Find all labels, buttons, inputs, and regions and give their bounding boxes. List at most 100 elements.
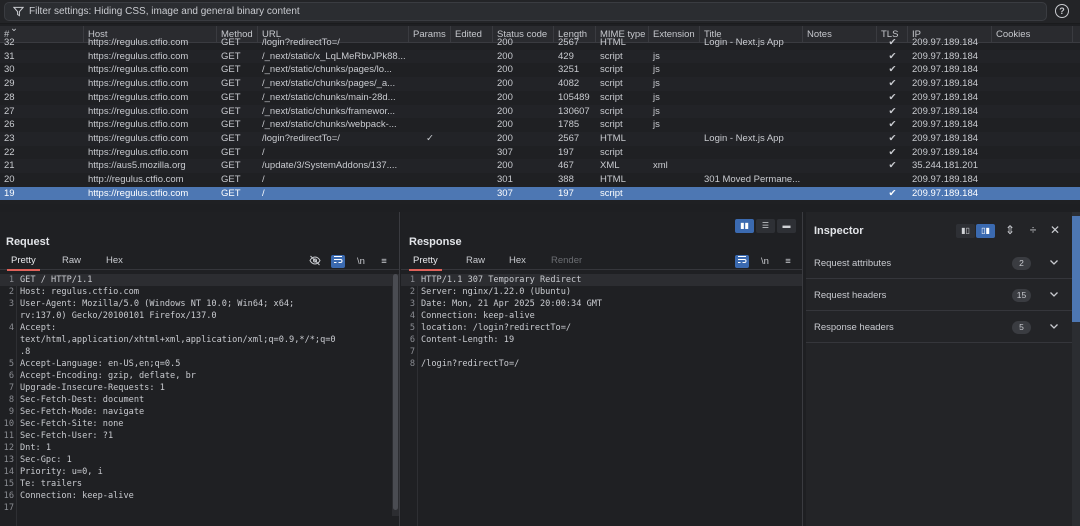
cell-length: 388 bbox=[558, 174, 574, 185]
cell-url: /_next/static/chunks/pages/lo... bbox=[262, 64, 392, 76]
cell-mime: XML bbox=[600, 160, 620, 172]
params-cell bbox=[409, 187, 451, 201]
cell-ip: 209.97.189.184 bbox=[912, 132, 979, 144]
filter-icon bbox=[13, 6, 24, 17]
inspector-layout-right-icon[interactable]: ▯▮ bbox=[976, 224, 995, 238]
line-text: Dnt: 1 bbox=[20, 443, 52, 453]
close-icon[interactable]: ✕ bbox=[1047, 222, 1063, 238]
cell-length: 429 bbox=[558, 50, 574, 62]
cell-title bbox=[700, 118, 803, 132]
help-icon[interactable]: ? bbox=[1055, 4, 1069, 18]
table-row[interactable]: 26 https://regulus.ctfio.com GET /_next/sta… bbox=[0, 118, 1080, 132]
line-number: 14 bbox=[3, 467, 14, 477]
table-row[interactable]: 28 https://regulus.ctfio.com GET /_next/sta… bbox=[0, 91, 1080, 105]
line-number: 5 bbox=[8, 359, 14, 369]
tab-response-hex[interactable]: Hex bbox=[505, 252, 530, 270]
inspector-layout-left-icon[interactable]: ▮▯ bbox=[956, 224, 975, 238]
tab-request-pretty[interactable]: Pretty bbox=[7, 252, 40, 271]
table-row[interactable]: 19 https://regulus.ctfio.com GET / 307 197 scr… bbox=[0, 186, 1080, 201]
expand-all-icon[interactable]: ⇕ bbox=[1002, 222, 1018, 238]
hide-eye-icon[interactable] bbox=[308, 255, 322, 268]
cell-url: / bbox=[262, 187, 265, 199]
menu-icon[interactable]: ≡ bbox=[781, 255, 795, 268]
side-by-side-layout-icon[interactable]: ▮▮ bbox=[735, 219, 754, 233]
table-row[interactable]: 20 http://regulus.ctfio.com GET / 301 388 HTML… bbox=[0, 173, 1080, 187]
cell-mime: script bbox=[600, 187, 623, 199]
tab-response-render[interactable]: Render bbox=[547, 252, 586, 270]
cell-length: 2567 bbox=[558, 37, 580, 48]
word-wrap-icon[interactable] bbox=[331, 255, 345, 268]
inspector-section-response-headers[interactable]: Response headers 5 bbox=[806, 312, 1072, 343]
request-editor[interactable]: 1 GET / HTTP/1.1 2 Host: regulus.ctfio.com 3… bbox=[0, 274, 399, 514]
code-line: rv:137.0) Gecko/20100101 Firefox/137.0 bbox=[0, 310, 399, 322]
table-row[interactable]: 27 https://regulus.ctfio.com GET /_next/sta… bbox=[0, 104, 1080, 119]
filter-settings-field[interactable]: Filter settings: Hiding CSS, image and g… bbox=[4, 2, 1047, 21]
code-line: 12 Dnt: 1 bbox=[0, 442, 399, 454]
word-wrap-icon[interactable] bbox=[735, 255, 749, 268]
line-text: Connection: keep-alive bbox=[421, 311, 535, 321]
cell-method: GET bbox=[221, 91, 241, 103]
inspector-section-request-headers[interactable]: Request headers 15 bbox=[806, 280, 1072, 311]
table-row[interactable]: 31 https://regulus.ctfio.com GET /_next/sta… bbox=[0, 49, 1080, 64]
inspector-side-scrollbar[interactable] bbox=[1072, 212, 1080, 526]
single-pane-layout-icon[interactable]: ▬ bbox=[777, 219, 796, 233]
table-row[interactable]: 22 https://regulus.ctfio.com GET / 307 197 scr… bbox=[0, 146, 1080, 160]
line-text: Connection: keep-alive bbox=[20, 491, 134, 501]
line-text: Host: regulus.ctfio.com bbox=[20, 287, 139, 297]
table-row[interactable]: 21 https://aus5.mozilla.org GET/update/3/S… bbox=[0, 159, 1080, 173]
code-line: 17 bbox=[0, 502, 399, 514]
response-pane: ▮▮ ☰ ▬ Response Pretty Raw Hex Render \n… bbox=[401, 212, 803, 526]
line-text: Upgrade-Insecure-Requests: 1 bbox=[20, 383, 165, 393]
params-cell bbox=[409, 36, 451, 50]
inspector-section-request-attributes[interactable]: Request attributes 2 bbox=[806, 248, 1072, 279]
tab-response-pretty[interactable]: Pretty bbox=[409, 252, 442, 271]
tab-request-hex[interactable]: Hex bbox=[102, 252, 127, 270]
line-number: 15 bbox=[3, 479, 14, 489]
collapse-all-icon[interactable]: ÷ bbox=[1025, 222, 1041, 238]
cell-host: https://regulus.ctfio.com bbox=[88, 146, 189, 158]
cell-ip: 209.97.189.184 bbox=[912, 37, 979, 48]
line-text: Accept: bbox=[20, 323, 57, 333]
response-editor[interactable]: 1 HTTP/1.1 307 Temporary Redirect 2 Server:… bbox=[401, 274, 802, 370]
cell-method: GET bbox=[221, 187, 241, 199]
newline-toggle-icon[interactable]: \n bbox=[354, 255, 368, 268]
cell-ip: 209.97.189.184 bbox=[912, 119, 979, 131]
params-cell bbox=[409, 173, 451, 187]
cell-url: /_next/static/chunks/framewor... bbox=[262, 105, 396, 117]
inspector-pane: Inspector ▮▯ ▯▮ ⇕ ÷ ✕ Request attributes… bbox=[806, 212, 1080, 526]
line-number: 2 bbox=[409, 287, 415, 297]
line-text: /login?redirectTo=/ bbox=[421, 359, 520, 369]
request-vertical-scrollbar[interactable] bbox=[392, 274, 399, 516]
cell-id: 20 bbox=[4, 174, 15, 185]
line-number: 4 bbox=[409, 311, 415, 321]
line-number: 9 bbox=[8, 407, 14, 417]
table-row[interactable]: 23 https://regulus.ctfio.com GET/login?red… bbox=[0, 131, 1080, 146]
filter-bar: Filter settings: Hiding CSS, image and g… bbox=[0, 0, 1080, 24]
stacked-layout-icon[interactable]: ☰ bbox=[756, 219, 775, 233]
cell-ext bbox=[649, 36, 700, 50]
cell-url: /update/3/SystemAddons/137.... bbox=[262, 160, 398, 172]
cell-ip: 209.97.189.184 bbox=[912, 187, 979, 199]
table-row[interactable]: 30 https://regulus.ctfio.com GET /_next/sta… bbox=[0, 63, 1080, 77]
cell-ip: 209.97.189.184 bbox=[912, 64, 979, 76]
menu-icon[interactable]: ≡ bbox=[377, 255, 391, 268]
tab-response-raw[interactable]: Raw bbox=[462, 252, 489, 270]
line-text: User-Agent: Mozilla/5.0 (Windows NT 10.0… bbox=[20, 299, 295, 309]
cell-method: GET bbox=[221, 50, 241, 62]
cell-ip: 209.97.189.184 bbox=[912, 78, 979, 90]
cell-method: GET bbox=[221, 132, 241, 144]
line-text: rv:137.0) Gecko/20100101 Firefox/137.0 bbox=[20, 311, 217, 321]
line-number: 13 bbox=[3, 455, 14, 465]
cell-length: 1785 bbox=[558, 119, 580, 131]
cell-id: 30 bbox=[4, 64, 15, 76]
cell-title bbox=[700, 105, 803, 119]
cell-title: 301 Moved Permane... bbox=[704, 174, 801, 185]
cell-status: 200 bbox=[497, 119, 513, 131]
cell-status: 307 bbox=[497, 187, 513, 199]
cell-id: 26 bbox=[4, 119, 15, 131]
table-row[interactable]: 29 https://regulus.ctfio.com GET /_next/sta… bbox=[0, 77, 1080, 91]
tls-check-icon: ✔ bbox=[888, 91, 897, 103]
newline-toggle-icon[interactable]: \n bbox=[758, 255, 772, 268]
tab-request-raw[interactable]: Raw bbox=[58, 252, 85, 270]
table-row[interactable]: 32 https://regulus.ctfio.com GET/login?red… bbox=[0, 36, 1080, 50]
